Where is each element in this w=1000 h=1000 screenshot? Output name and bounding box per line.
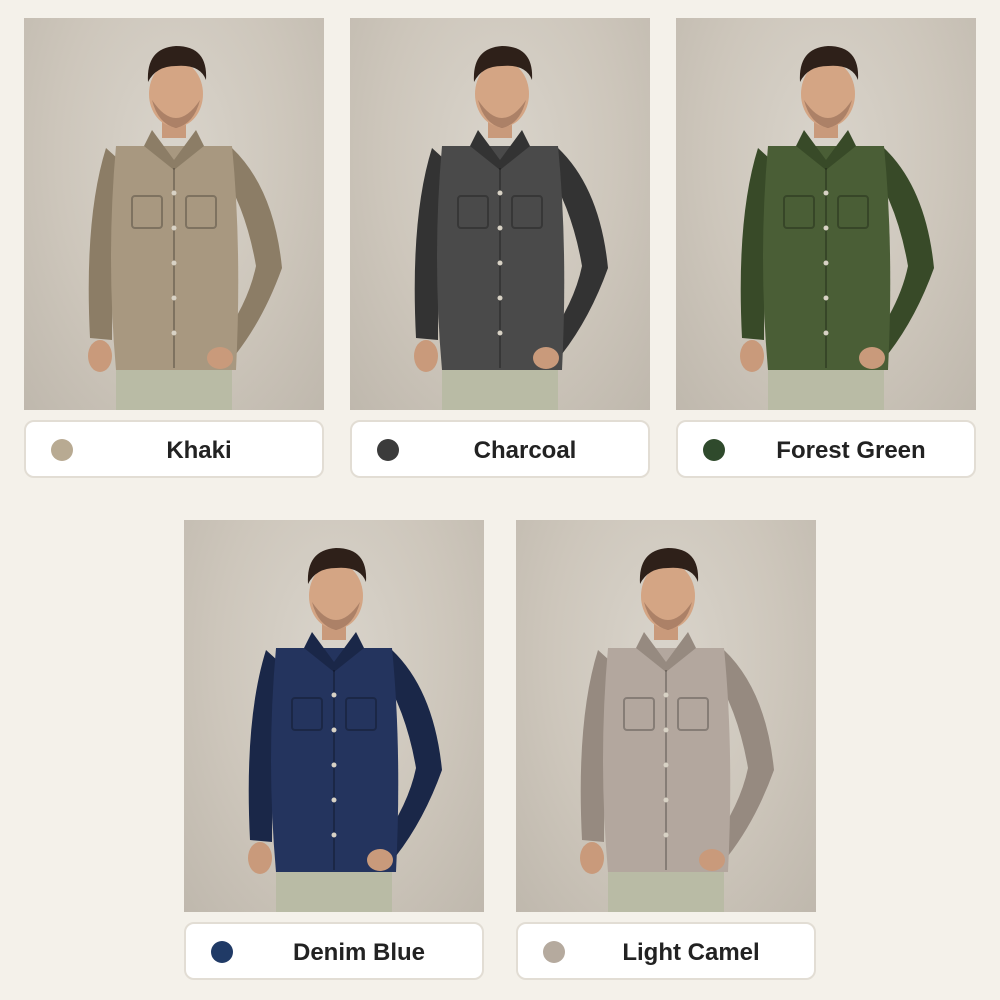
- product-photo-charcoal[interactable]: [350, 18, 650, 410]
- color-name: Light Camel: [622, 939, 760, 966]
- color-swatch: [543, 941, 565, 963]
- product-photo-khaki[interactable]: [24, 18, 324, 410]
- color-option-light-camel[interactable]: Light Camel: [516, 922, 816, 980]
- color-option-denim-blue[interactable]: Denim Blue: [184, 922, 484, 980]
- color-swatch: [51, 439, 73, 461]
- color-name: Charcoal: [473, 437, 577, 464]
- product-variant-card[interactable]: Khaki: [24, 18, 324, 478]
- product-variant-card[interactable]: Charcoal: [350, 18, 650, 478]
- product-photo-light-camel[interactable]: [516, 520, 816, 912]
- product-photo-denim-blue[interactable]: [184, 520, 484, 912]
- color-swatch: [703, 439, 725, 461]
- color-swatch: [211, 941, 233, 963]
- product-variant-card[interactable]: Denim Blue: [184, 520, 484, 980]
- color-swatch: [377, 439, 399, 461]
- color-name: Denim Blue: [292, 939, 426, 966]
- color-name: Khaki: [166, 437, 232, 464]
- product-photo-forest-green[interactable]: [676, 18, 976, 410]
- color-name: Forest Green: [776, 437, 926, 464]
- product-variant-card[interactable]: Forest Green: [676, 18, 976, 478]
- product-variant-card[interactable]: Light Camel: [516, 520, 816, 980]
- color-option-charcoal[interactable]: Charcoal: [350, 420, 650, 478]
- color-option-forest-green[interactable]: Forest Green: [676, 420, 976, 478]
- color-option-khaki[interactable]: Khaki: [24, 420, 324, 478]
